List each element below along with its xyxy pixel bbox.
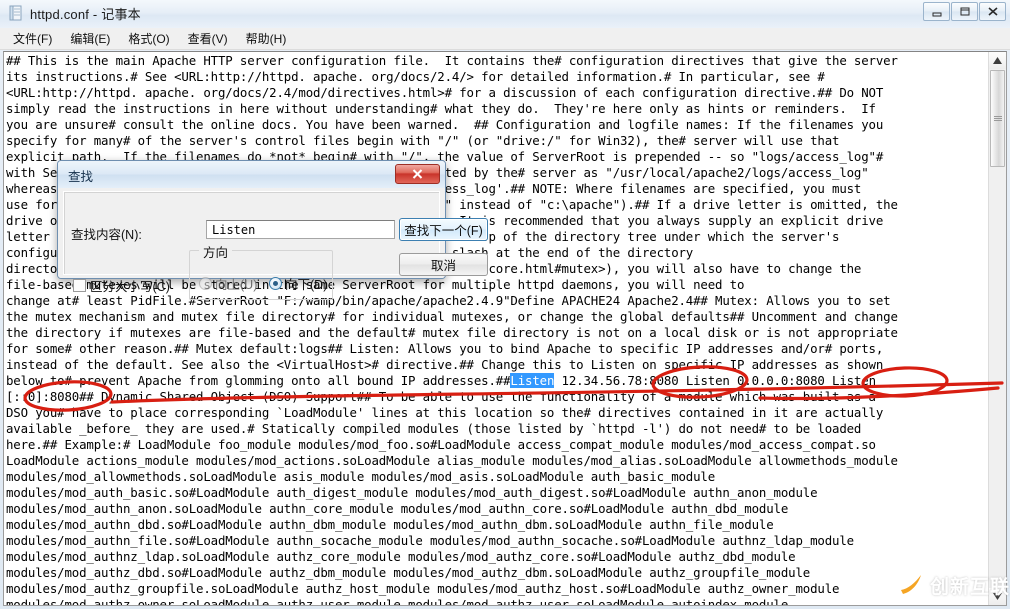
text-line: change at# least PidFile.#ServerRoot "F:… (6, 293, 891, 308)
title-bar: httpd.conf - 记事本 (0, 0, 1010, 28)
radio-down-icon (269, 277, 282, 290)
match-case-checkbox[interactable]: 区分大小写(C) (73, 276, 170, 295)
text-line: modules/mod_authn_file.so#LoadModule aut… (6, 533, 854, 548)
match-case-label: 区分大小写(C) (90, 280, 170, 294)
text-line: modules/mod_allowmethods.soLoadModule as… (6, 469, 716, 484)
menu-bar: 文件(F) 编辑(E) 格式(O) 查看(V) 帮助(H) (0, 28, 1010, 50)
text-line: modules/mod_authz_owner.soLoadModule aut… (6, 597, 789, 606)
menu-help[interactable]: 帮助(H) (237, 28, 296, 49)
text-line: LoadModule actions_module modules/mod_ac… (6, 453, 898, 468)
document-text[interactable]: ## This is the main Apache HTTP server c… (6, 53, 988, 606)
text-line: specify for many# of the server's contro… (6, 133, 840, 148)
text-line: modules/mod_auth_basic.so#LoadModule aut… (6, 485, 818, 500)
find-dialog-titlebar: 查找 (58, 161, 445, 189)
text-line: here.## Example:# LoadModule foo_module … (6, 437, 876, 452)
find-what-input[interactable]: Listen (206, 220, 395, 239)
text-line: the directory if mutexes are file-based … (6, 325, 898, 340)
find-dialog-body: 查找内容(N): Listen 查找下一个(F) 取消 方向 向上(U) 向下(… (58, 188, 488, 300)
find-next-button[interactable]: 查找下一个(F) (399, 218, 488, 241)
text-line: the mutex mechanism and mutex file direc… (6, 309, 898, 324)
find-dialog-close-button[interactable] (395, 164, 440, 184)
text-line: modules/mod_authn_dbd.so#LoadModule auth… (6, 517, 774, 532)
menu-format[interactable]: 格式(O) (119, 28, 178, 49)
text-line: modules/mod_authz_groupfile.soLoadModule… (6, 581, 840, 596)
cancel-button[interactable]: 取消 (399, 253, 488, 276)
text-line: [::0]:8080## Dynamic Shared Object (DSO)… (6, 389, 876, 404)
watermark: 创新互联 (896, 568, 1010, 602)
swoosh-logo-icon (897, 572, 924, 598)
text-line: modules/mod_authnz_ldap.soLoadModule aut… (6, 549, 796, 564)
radio-direction-up-label: 向上(U) (215, 278, 258, 292)
text-line: DSO you# have to place corresponding `Lo… (6, 405, 884, 420)
menu-view[interactable]: 查看(V) (179, 28, 237, 49)
text-line: available _before_ they are used.# Stati… (6, 421, 862, 436)
menu-file[interactable]: 文件(F) (4, 28, 61, 49)
vertical-scrollbar[interactable] (988, 52, 1006, 605)
checkbox-icon (73, 279, 86, 292)
window-title: httpd.conf - 记事本 (30, 7, 141, 22)
text-line: you are unsure# consult the online docs.… (6, 117, 884, 132)
find-dialog-title: 查找 (68, 170, 94, 184)
find-what-label: 查找内容(N): (71, 228, 142, 242)
maximize-button[interactable] (951, 2, 978, 21)
menu-edit[interactable]: 编辑(E) (61, 28, 119, 49)
selected-text: Listen (510, 373, 555, 388)
radio-up-icon (199, 277, 212, 290)
watermark-text: 创新互联 (929, 576, 1010, 598)
text-line: below to# prevent Apache from glomming o… (6, 373, 876, 388)
direction-group-label: 方向 (199, 242, 233, 261)
text-editor-area[interactable]: ## This is the main Apache HTTP server c… (3, 51, 1007, 606)
notepad-window: httpd.conf - 记事本 文件(F) 编辑(E) 格式(O) 查看(V)… (0, 0, 1010, 609)
minimize-button[interactable] (923, 2, 950, 21)
text-line: for some# other reason.## Mutex default:… (6, 341, 884, 356)
text-line: modules/mod_authz_dbd.so#LoadModule auth… (6, 565, 811, 580)
radio-direction-up[interactable]: 向上(U) (199, 274, 257, 293)
text-line: <URL:http://httpd. apache. org/docs/2.4/… (6, 85, 884, 100)
scroll-up-arrow[interactable] (989, 52, 1006, 69)
close-icon (412, 169, 423, 179)
scrollbar-grip-icon (994, 116, 1002, 121)
text-line: its instructions.# See <URL:http://httpd… (6, 69, 825, 84)
text-line: modules/mod_authn_anon.soLoadModule auth… (6, 501, 789, 516)
scrollbar-thumb[interactable] (990, 70, 1005, 167)
window-controls (923, 2, 1006, 21)
text-line: ## This is the main Apache HTTP server c… (6, 53, 898, 68)
close-button[interactable] (979, 2, 1006, 21)
radio-direction-down[interactable]: 向下(D) (269, 274, 327, 293)
text-line: simply read the instructions in here wit… (6, 101, 876, 116)
find-dialog: 查找 查找内容(N): Listen 查找下一个(F) 取消 方向 向上(U) … (57, 160, 488, 300)
notepad-icon (8, 5, 24, 21)
text-line: instead of the default. See also the <Vi… (6, 357, 884, 372)
radio-direction-down-label: 向下(D) (285, 278, 328, 292)
